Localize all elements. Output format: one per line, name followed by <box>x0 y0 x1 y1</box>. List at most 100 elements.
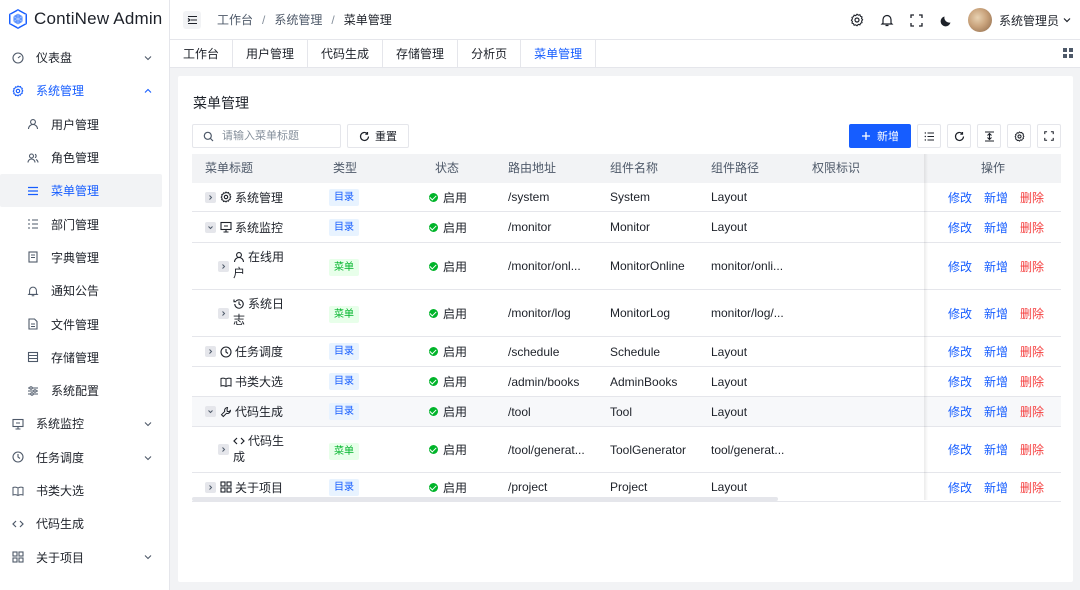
tab-0[interactable]: 工作台 <box>170 40 234 67</box>
add-child-button[interactable]: 新增 <box>984 479 1008 496</box>
expand-collapse-button[interactable] <box>917 124 941 148</box>
grid-icon <box>1063 48 1073 58</box>
route-path: /tool/generat... <box>508 442 585 457</box>
check-circle-icon <box>429 377 438 386</box>
sidebar-item-3[interactable]: 角色管理 <box>0 141 163 174</box>
sidebar-item-6[interactable]: 字典管理 <box>0 241 163 274</box>
edit-button[interactable]: 修改 <box>948 373 972 390</box>
sidebar-item-8[interactable]: 文件管理 <box>0 307 163 340</box>
table-row[interactable]: 任务调度 目录 启用/schedule Schedule Layout 修改 新增 删除 <box>192 337 1061 367</box>
edit-button[interactable]: 修改 <box>948 305 972 322</box>
sidebar-item-2[interactable]: 用户管理 <box>0 108 163 141</box>
add-child-button[interactable]: 新增 <box>984 189 1008 206</box>
sidebar-item-9[interactable]: 存储管理 <box>0 341 163 374</box>
add-menu-button[interactable]: 新增 <box>849 124 911 148</box>
tab-2[interactable]: 代码生成 <box>308 40 384 67</box>
expand-toggle-icon[interactable] <box>205 481 216 493</box>
breadcrumb-item[interactable]: 工作台 <box>217 11 253 28</box>
table-row[interactable]: 系统管理 目录 启用/system System Layout 修改 新增 删除 <box>192 183 1061 212</box>
sidebar-item-12[interactable]: 任务调度 <box>0 441 163 474</box>
sidebar-item-15[interactable]: 关于项目 <box>0 540 163 573</box>
fullscreen-button[interactable] <box>902 5 932 35</box>
menu-title: 任务调度 <box>235 345 284 359</box>
sidebar-item-10[interactable]: 系统配置 <box>0 374 163 407</box>
expand-toggle-icon[interactable] <box>218 444 229 455</box>
sidebar-item-1[interactable]: 系统管理 <box>0 74 163 107</box>
horizontal-scrollbar[interactable] <box>192 497 778 501</box>
sidebar-item-11[interactable]: 系统监控 <box>0 407 163 440</box>
component-name: Monitor <box>610 220 651 234</box>
expand-toggle-icon[interactable] <box>205 406 216 417</box>
component-name: ToolGenerator <box>610 442 687 457</box>
expand-toggle-icon[interactable] <box>218 307 229 319</box>
delete-button[interactable]: 删除 <box>1020 441 1044 458</box>
refresh-button[interactable] <box>947 124 971 148</box>
expand-toggle-icon[interactable] <box>205 191 216 203</box>
notification-button[interactable] <box>872 5 902 35</box>
sidebar-item-5[interactable]: 部门管理 <box>0 207 163 240</box>
edit-button[interactable]: 修改 <box>948 403 972 420</box>
delete-button[interactable]: 删除 <box>1020 189 1044 206</box>
app-logo[interactable]: ContiNew Admin <box>0 0 169 38</box>
sidebar-item-4[interactable]: 菜单管理 <box>0 174 162 208</box>
add-child-button[interactable]: 新增 <box>984 305 1008 322</box>
expand-toggle-icon[interactable] <box>205 221 216 233</box>
settings-button[interactable] <box>842 5 872 35</box>
edit-button[interactable]: 修改 <box>948 479 972 496</box>
table-row[interactable]: 系统监控 目录 启用/monitor Monitor Layout 修改 新增 删除 <box>192 212 1061 243</box>
sidebar-item-13[interactable]: 书类大选 <box>0 474 163 507</box>
delete-button[interactable]: 删除 <box>1020 219 1044 236</box>
user-name[interactable]: 系统管理员 <box>999 12 1059 29</box>
delete-button[interactable]: 删除 <box>1020 305 1044 322</box>
reset-button[interactable]: 重置 <box>347 124 409 148</box>
chevron-down-icon[interactable] <box>1062 15 1072 25</box>
add-child-button[interactable]: 新增 <box>984 219 1008 236</box>
table-fullscreen-button[interactable] <box>1037 124 1061 148</box>
menu-title-wrap: 成 <box>233 449 246 464</box>
edit-button[interactable]: 修改 <box>948 258 972 275</box>
add-child-button[interactable]: 新增 <box>984 258 1008 275</box>
add-child-button[interactable]: 新增 <box>984 373 1008 390</box>
sidebar-item-0[interactable]: 仪表盘 <box>0 41 163 74</box>
expand-toggle-icon[interactable] <box>218 260 229 272</box>
table-row[interactable]: 系统日志 菜单 启用/monitor/log MonitorLog monitor/lo… <box>192 290 1061 337</box>
search-input[interactable] <box>222 130 332 142</box>
sidebar-item-7[interactable]: 通知公告 <box>0 274 163 307</box>
delete-button[interactable]: 删除 <box>1020 258 1044 275</box>
delete-button[interactable]: 删除 <box>1020 373 1044 390</box>
user-avatar[interactable] <box>967 8 992 32</box>
delete-button[interactable]: 删除 <box>1020 403 1044 420</box>
theme-toggle-button[interactable] <box>932 5 962 35</box>
add-child-button[interactable]: 新增 <box>984 403 1008 420</box>
add-child-button[interactable]: 新增 <box>984 441 1008 458</box>
delete-button[interactable]: 删除 <box>1020 343 1044 360</box>
table-row[interactable]: 代码生成 目录 启用/tool Tool Layout 修改 新增 删除 <box>192 397 1061 427</box>
collapse-sidebar-button[interactable] <box>183 10 201 29</box>
add-child-button[interactable]: 新增 <box>984 343 1008 360</box>
column-settings-button[interactable] <box>1007 124 1031 148</box>
edit-button[interactable]: 修改 <box>948 189 972 206</box>
delete-button[interactable]: 删除 <box>1020 479 1044 496</box>
open-book-icon <box>11 484 25 498</box>
table-row[interactable]: 书类大选 目录 启用/admin/books AdminBooks Layout 修改 新增… <box>192 367 1061 397</box>
search-box[interactable] <box>192 124 341 148</box>
edit-button[interactable]: 修改 <box>948 441 972 458</box>
table-row[interactable]: 在线用户 菜单 启用/monitor/onl... MonitorOnline moni… <box>192 243 1061 290</box>
edit-button[interactable]: 修改 <box>948 219 972 236</box>
tab-4[interactable]: 分析页 <box>458 40 522 67</box>
density-button[interactable] <box>977 124 1001 148</box>
sidebar-item-label: 用户管理 <box>51 117 100 132</box>
tab-3[interactable]: 存储管理 <box>383 40 459 67</box>
expand-toggle-icon[interactable] <box>205 346 216 357</box>
column-header-7: 操作 <box>981 161 1006 175</box>
menu-icon <box>26 184 40 198</box>
breadcrumb-item[interactable]: 系统管理 <box>274 11 322 28</box>
tab-5[interactable]: 菜单管理 <box>521 40 597 67</box>
table-row[interactable]: 代码生成 菜单 启用/tool/generat... ToolGenerator too… <box>192 427 1061 473</box>
edit-button[interactable]: 修改 <box>948 343 972 360</box>
sidebar-item-14[interactable]: 代码生成 <box>0 507 163 540</box>
tabs-menu-button[interactable] <box>1062 47 1074 62</box>
page-title: 菜单管理 <box>193 95 249 111</box>
tab-1[interactable]: 用户管理 <box>233 40 309 67</box>
sidebar-item-label: 菜单管理 <box>51 184 100 199</box>
